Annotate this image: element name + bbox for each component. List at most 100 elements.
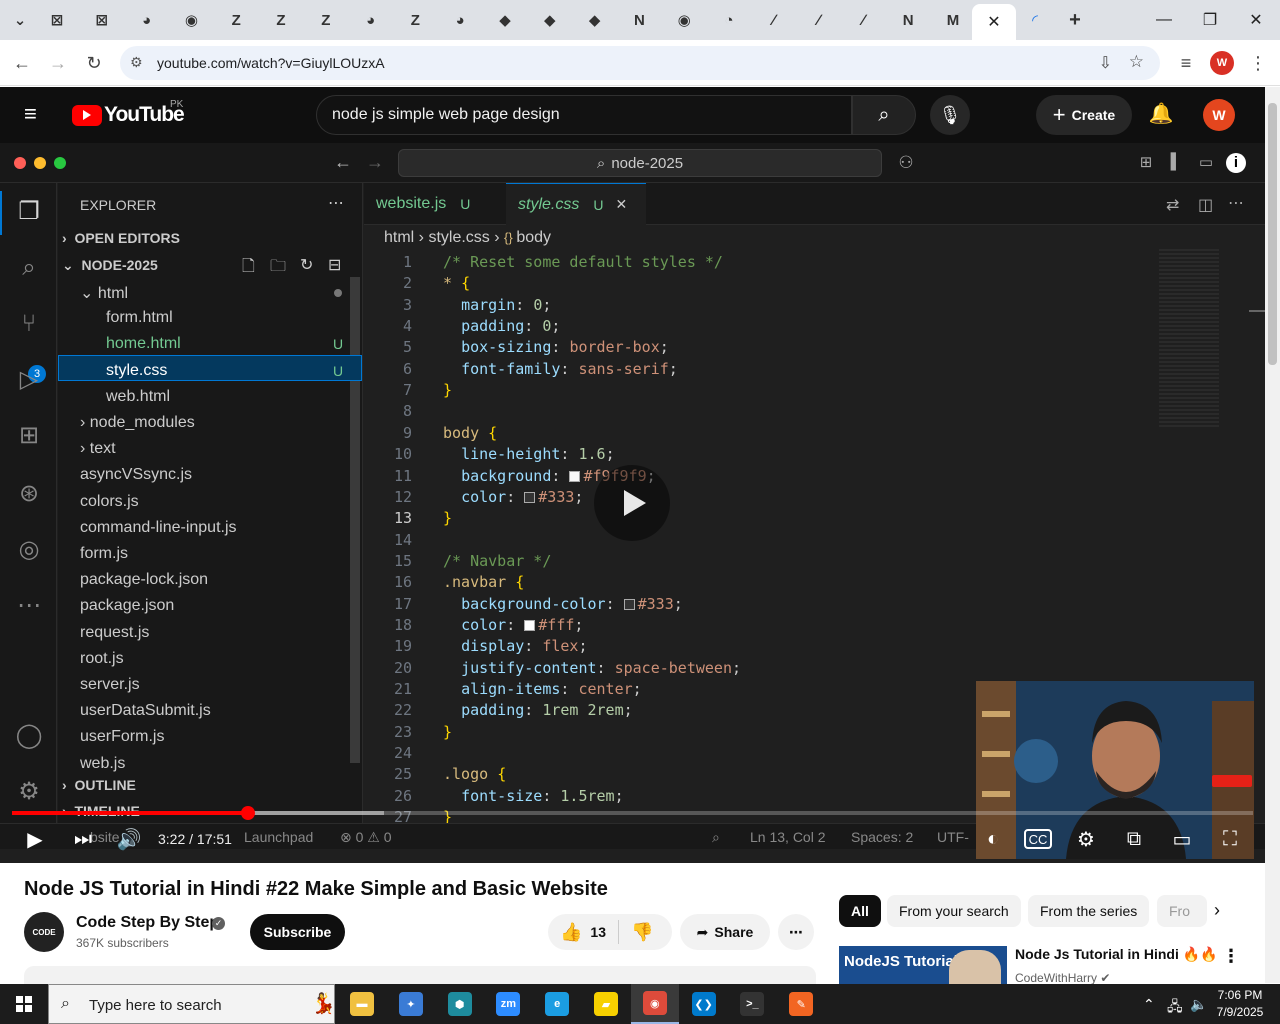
taskbar-app-app-teal[interactable]: ⬢ xyxy=(436,984,484,1024)
filter-chip[interactable]: All xyxy=(839,895,881,927)
folder-item[interactable]: › node_modules xyxy=(80,414,195,432)
browser-tab-icon[interactable]: ◆ xyxy=(583,8,607,32)
code-line[interactable]: padding: 0; xyxy=(443,317,560,335)
browser-tab-icon[interactable]: N xyxy=(896,8,920,32)
system-clock[interactable]: 7:06 PM 7/9/2025 xyxy=(1210,987,1270,1021)
filter-chip[interactable]: From your search xyxy=(887,895,1021,927)
browser-menu-icon[interactable]: ⋮ xyxy=(1246,51,1270,75)
share-button[interactable]: ➦ Share xyxy=(680,914,770,950)
miniplayer-icon[interactable]: ⧉ xyxy=(1120,826,1148,852)
taskbar-search-input[interactable]: ⌕ Type here to search 💃 xyxy=(48,984,336,1024)
filter-chip[interactable]: Fro xyxy=(1157,895,1207,927)
code-line[interactable]: .navbar { xyxy=(443,573,524,591)
code-line[interactable]: font-size: 1.5rem; xyxy=(443,787,624,805)
browser-tab-icon[interactable]: ◕ xyxy=(135,8,159,32)
color-swatch-icon[interactable] xyxy=(623,598,635,610)
thumbs-up-icon[interactable]: 👍 xyxy=(560,922,582,943)
subtitles-cc-icon[interactable]: CC xyxy=(1024,829,1052,849)
restore-icon[interactable]: ❐ xyxy=(1188,8,1232,32)
info-icon[interactable]: i xyxy=(1226,153,1246,173)
recommendation-thumbnail[interactable]: NodeJS Tutorial in xyxy=(839,946,1007,986)
code-line[interactable]: color: #333; xyxy=(443,488,583,506)
file-item[interactable]: web.html xyxy=(106,388,170,406)
code-line[interactable]: display: flex; xyxy=(443,637,587,655)
code-line[interactable]: padding: 1rem 2rem; xyxy=(443,701,633,719)
file-item[interactable]: style.css xyxy=(106,362,167,380)
browser-tab-icon[interactable]: ◕ xyxy=(359,8,383,32)
like-count[interactable]: 13 xyxy=(590,924,606,940)
large-play-icon[interactable] xyxy=(594,465,670,541)
taskbar-app-app-orange[interactable]: ✎ xyxy=(777,984,825,1024)
voice-search-button[interactable]: 🎙 xyxy=(930,95,970,135)
folder-item[interactable]: ⌄ html xyxy=(80,283,128,303)
file-item[interactable]: home.html xyxy=(106,335,181,353)
scrubber-handle[interactable] xyxy=(240,806,255,820)
code-line[interactable]: } xyxy=(443,723,452,741)
back-icon[interactable]: ← xyxy=(10,51,34,75)
browser-tab-icon[interactable]: ⊠ xyxy=(45,8,69,32)
channel-avatar[interactable]: CODE xyxy=(24,912,64,952)
folder-item[interactable]: › text xyxy=(80,440,116,458)
browser-tab-icon[interactable]: ◔ xyxy=(717,8,741,32)
new-tab-button[interactable]: + xyxy=(1063,8,1087,32)
site-info-icon[interactable]: ⚙ xyxy=(130,54,143,71)
file-item[interactable]: package.json xyxy=(80,597,174,615)
editor-tab[interactable]: website.js U xyxy=(364,183,506,225)
active-tab[interactable]: ✕ xyxy=(972,4,1016,40)
install-app-icon[interactable]: ⇩ xyxy=(1099,53,1112,73)
code-line[interactable]: margin: 0; xyxy=(443,296,551,314)
code-line[interactable]: justify-content: space-between; xyxy=(443,659,741,677)
code-line[interactable]: body { xyxy=(443,424,497,442)
browser-tab-icon[interactable]: ◆ xyxy=(493,8,517,32)
chevron-right-icon[interactable]: › xyxy=(1206,900,1228,922)
browser-tab-icon[interactable]: ⊠ xyxy=(90,8,114,32)
reload-icon[interactable]: ↻ xyxy=(82,51,106,75)
close-tab-icon[interactable]: ✕ xyxy=(615,196,627,213)
thumbs-down-icon[interactable]: 👎 xyxy=(631,922,653,943)
file-item[interactable]: form.html xyxy=(106,309,173,327)
browser-tab-icon[interactable]: ∕ xyxy=(762,8,786,32)
code-line[interactable]: } xyxy=(443,509,452,527)
file-item[interactable]: form.js xyxy=(80,545,128,563)
code-line[interactable]: .logo { xyxy=(443,765,506,783)
file-item[interactable]: asyncVSsync.js xyxy=(80,466,192,484)
code-line[interactable]: line-height: 1.6; xyxy=(443,445,615,463)
code-line[interactable]: box-sizing: border-box; xyxy=(443,338,669,356)
file-item[interactable]: userForm.js xyxy=(80,728,164,746)
file-item[interactable]: root.js xyxy=(80,650,124,668)
url-text[interactable]: youtube.com/watch?v=GiuylLOUzxA xyxy=(157,55,385,71)
subscribe-button[interactable]: Subscribe xyxy=(250,914,345,950)
breadcrumb-item[interactable]: body xyxy=(516,229,551,246)
code-line[interactable]: background-color: #333; xyxy=(443,595,683,613)
browser-tab-icon[interactable]: ∕ xyxy=(807,8,831,32)
breadcrumb-item[interactable]: style.css xyxy=(428,229,489,246)
hamburger-menu-icon[interactable]: ≡ xyxy=(24,103,48,127)
file-item[interactable]: package-lock.json xyxy=(80,571,208,589)
code-line[interactable]: } xyxy=(443,381,452,399)
tab-search-dropdown-icon[interactable]: ⌄ xyxy=(8,8,32,32)
taskbar-app-zoom[interactable]: zm xyxy=(484,984,532,1024)
autoplay-toggle[interactable]: ◐ xyxy=(978,826,1008,852)
channel-name[interactable]: Code Step By Step xyxy=(76,914,219,932)
loading-tab-icon[interactable]: ◜ xyxy=(1023,8,1047,32)
profile-avatar[interactable]: W xyxy=(1210,51,1234,75)
code-line[interactable]: * { xyxy=(443,274,470,292)
code-line[interactable]: font-family: sans-serif; xyxy=(443,360,678,378)
file-item[interactable]: command-line-input.js xyxy=(80,519,237,537)
browser-tab-icon[interactable]: Z xyxy=(403,8,427,32)
code-line[interactable]: align-items: center; xyxy=(443,680,642,698)
notifications-bell-icon[interactable]: 🔔 xyxy=(1148,101,1174,127)
taskbar-app-sticky-notes[interactable]: ▰ xyxy=(582,984,630,1024)
account-avatar[interactable]: W xyxy=(1203,99,1235,131)
browser-tab-icon[interactable]: ◆ xyxy=(538,8,562,32)
browser-tab-icon[interactable]: ◕ xyxy=(448,8,472,32)
browser-tab-icon[interactable]: ◉ xyxy=(179,8,203,32)
recommendation-channel[interactable]: CodeWithHarry ✔ xyxy=(1015,971,1110,985)
taskbar-app-terminal[interactable]: >_ xyxy=(728,984,776,1024)
next-video-icon[interactable]: ⏭ xyxy=(70,826,96,852)
video-progress-bar[interactable] xyxy=(12,806,1253,820)
theater-mode-icon[interactable]: ▭ xyxy=(1168,826,1196,852)
file-item[interactable]: web.js xyxy=(80,755,125,773)
settings-gear-icon[interactable]: ⚙ xyxy=(1072,826,1100,852)
file-item[interactable]: userDataSubmit.js xyxy=(80,702,211,720)
